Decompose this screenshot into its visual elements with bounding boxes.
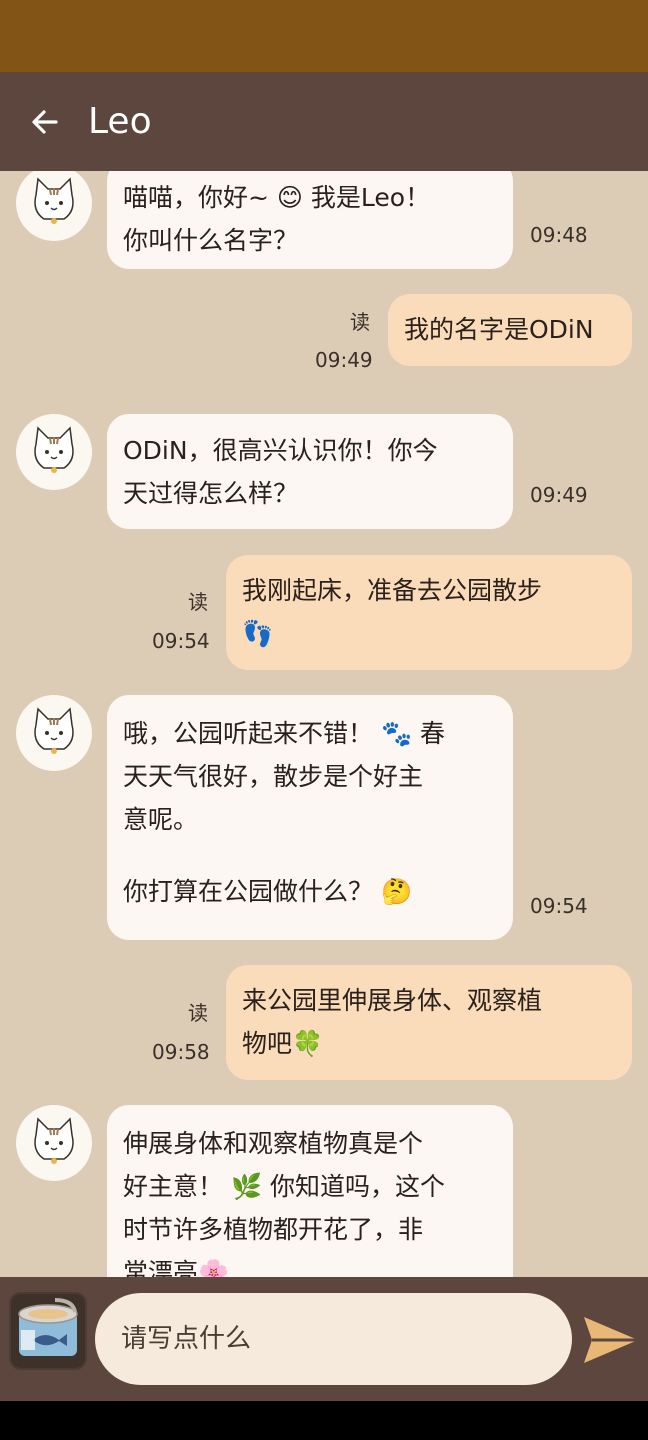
message-line: 时节许多植物都开花了，非: [123, 1215, 424, 1244]
message-time: 09:58: [152, 1040, 210, 1064]
system-nav-bar: [0, 1401, 648, 1440]
message-line: 你打算在公园做什么？ 🤔: [123, 877, 413, 906]
outgoing-message[interactable]: 来公园里伸展身体、观察植 物吧🍀: [226, 965, 632, 1080]
cat-avatar-icon: [34, 426, 74, 473]
leo-avatar[interactable]: [16, 695, 92, 771]
message-line: 好主意！ 🌿 你知道吗，这个: [123, 1172, 446, 1201]
message-line: 我的名字是ODiN: [404, 315, 594, 344]
composer-bar: [0, 1277, 648, 1401]
message-input[interactable]: [95, 1293, 572, 1385]
sticker-button[interactable]: [11, 1294, 85, 1368]
leo-avatar[interactable]: [16, 171, 92, 241]
message-line: 物吧🍀: [242, 1029, 324, 1058]
message-time: 09:48: [530, 223, 588, 247]
send-button[interactable]: [580, 1313, 640, 1367]
cat-avatar-icon: [34, 1117, 74, 1164]
message-line: 伸展身体和观察植物真是个: [123, 1129, 424, 1158]
read-receipt: 读: [188, 1001, 208, 1025]
chat-title: Leo: [88, 101, 152, 142]
message-time: 09:54: [152, 629, 210, 653]
message-line: [123, 841, 497, 870]
outgoing-message[interactable]: 我刚起床，准备去公园散步 👣: [226, 555, 632, 670]
message-line: 你叫什么名字？: [123, 226, 299, 255]
message-list[interactable]: 喵喵，你好~ 😊 我是Leo！ 你叫什么名字？ 09:48 读 09:49 我的…: [0, 171, 648, 1277]
message-line: 意呢。: [123, 805, 199, 834]
app-bar: Leo: [0, 72, 648, 171]
cat-avatar-icon: [34, 177, 74, 224]
read-receipt: 读: [350, 310, 370, 334]
arrow-left-icon: [32, 109, 58, 134]
message-line: 喵喵，你好~ 😊 我是Leo！: [123, 183, 431, 212]
send-icon: [584, 1317, 638, 1363]
status-bar: [0, 0, 648, 72]
incoming-message[interactable]: 哦，公园听起来不错！ 🐾 春 天天气很好，散步是个好主 意呢。 你打算在公园做什…: [107, 695, 513, 940]
leo-avatar[interactable]: [16, 414, 92, 490]
tuna-can-icon: [18, 1298, 78, 1356]
message-time: 09:49: [530, 483, 588, 507]
read-receipt: 读: [188, 590, 208, 614]
message-line: 我刚起床，准备去公园散步: [242, 576, 543, 605]
incoming-message[interactable]: 伸展身体和观察植物真是个 好主意！ 🌿 你知道吗，这个 时节许多植物都开花了，非…: [107, 1105, 513, 1277]
incoming-message[interactable]: 喵喵，你好~ 😊 我是Leo！ 你叫什么名字？: [107, 171, 513, 269]
back-button[interactable]: [22, 99, 68, 145]
message-line: ODiN，很高兴认识你！你今: [123, 436, 438, 465]
outgoing-message[interactable]: 我的名字是ODiN: [388, 294, 632, 366]
message-time: 09:49: [315, 348, 373, 372]
cat-avatar-icon: [34, 707, 74, 754]
leo-avatar[interactable]: [16, 1105, 92, 1181]
incoming-message[interactable]: ODiN，很高兴认识你！你今 天过得怎么样？: [107, 414, 513, 529]
message-line: 哦，公园听起来不错！ 🐾 春: [123, 719, 446, 748]
message-time: 09:54: [530, 894, 588, 918]
message-line: 来公园里伸展身体、观察植: [242, 986, 543, 1015]
message-line: 天过得怎么样？: [123, 479, 299, 508]
message-line: 常漂亮🌸: [123, 1258, 230, 1277]
message-line: 👣: [242, 619, 274, 648]
message-line: 天天气很好，散步是个好主: [123, 762, 424, 791]
